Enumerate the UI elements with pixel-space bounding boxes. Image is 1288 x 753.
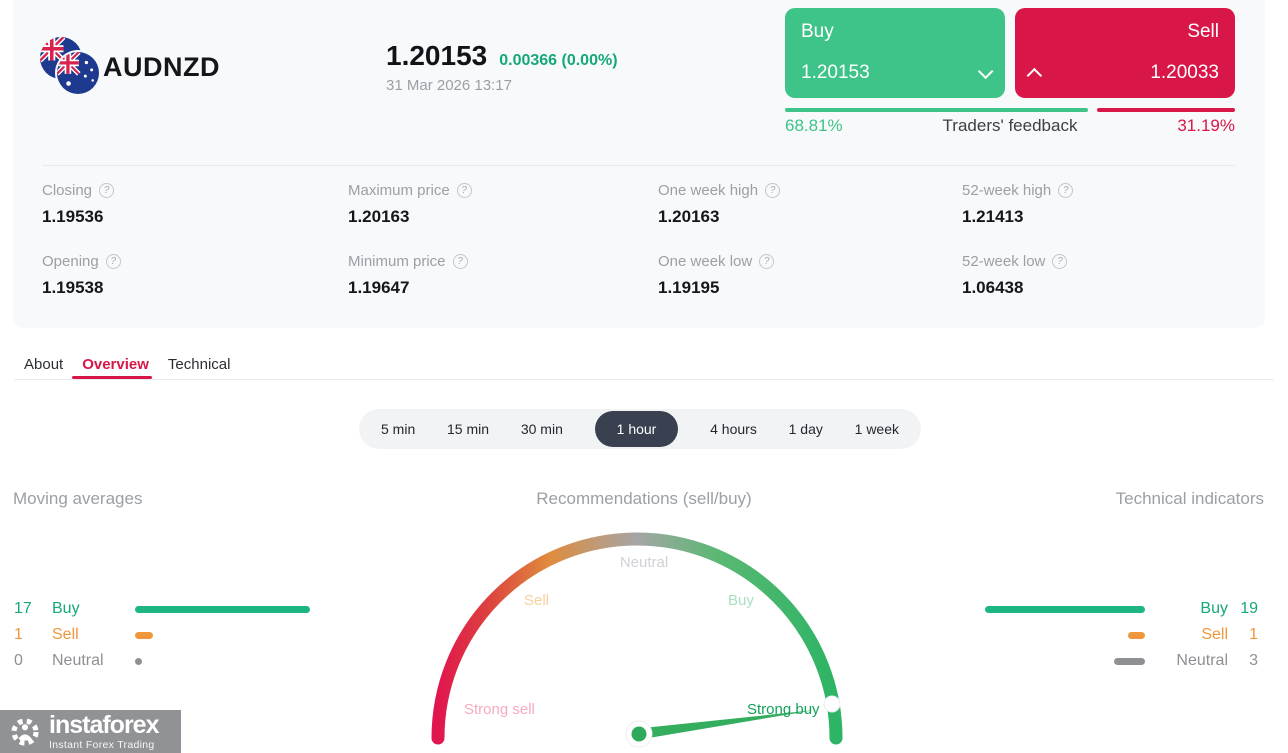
period-1-week[interactable]: 1 week <box>855 421 899 437</box>
stats-grid: Closing? 1.19536 Maximum price? 1.20163 … <box>42 182 1235 324</box>
instaforex-watermark: instaforex Instant Forex Trading <box>0 710 181 753</box>
stat-value: 1.19538 <box>42 278 104 297</box>
stat-value: 1.20163 <box>348 207 410 226</box>
period-15-min[interactable]: 15 min <box>447 421 489 437</box>
brand-name: instaforex <box>49 710 159 739</box>
ti-buy-bar <box>985 605 1145 613</box>
help-icon[interactable]: ? <box>765 183 781 198</box>
ti-buy-row: Buy 19 <box>958 596 1258 622</box>
period-30-min[interactable]: 30 min <box>521 421 563 437</box>
buy-label: Buy <box>801 21 834 42</box>
buy-price: 1.20153 <box>801 62 870 83</box>
help-icon[interactable]: ? <box>105 254 121 269</box>
sell-feedback-bar <box>1097 108 1235 112</box>
tabs-divider <box>14 379 1274 380</box>
stat-maximum-price: Maximum price? 1.20163 <box>348 182 658 253</box>
buy-button[interactable]: Buy 1.20153 <box>785 8 1005 98</box>
gauge-label-strong-buy: Strong buy <box>747 701 820 718</box>
chevron-down-icon <box>977 63 994 79</box>
gear-person-icon <box>11 717 39 746</box>
period-5-min[interactable]: 5 min <box>381 421 415 437</box>
quote-timestamp: 31 Mar 2026 13:17 <box>386 77 512 94</box>
traders-feedback: 68.81% Traders' feedback 31.19% <box>785 116 1235 136</box>
stat-minimum-price: Minimum price? 1.19647 <box>348 253 658 324</box>
tab-about[interactable]: About <box>24 356 63 373</box>
stat-value: 1.19647 <box>348 278 410 297</box>
gauge-label-neutral: Neutral <box>619 554 669 571</box>
stat-value: 1.20163 <box>658 207 720 226</box>
technical-indicators-legend: Buy 19 Sell 1 Neutral 3 <box>958 596 1258 674</box>
australia-flag-icon <box>57 52 99 94</box>
ma-sell-row: 1 Sell <box>14 622 344 648</box>
recommendations-header: Recommendations (sell/buy) <box>536 489 752 508</box>
stat-52-week-high: 52-week high? 1.21413 <box>962 182 1235 253</box>
period-1-day[interactable]: 1 day <box>789 421 823 437</box>
stat-value: 1.19195 <box>658 278 720 297</box>
technical-indicators-header: Technical indicators <box>1115 489 1264 508</box>
ti-neutral-row: Neutral 3 <box>958 648 1258 674</box>
help-icon[interactable]: ? <box>452 254 468 269</box>
ti-neutral-bar <box>1114 657 1145 665</box>
sell-price: 1.20033 <box>1150 62 1219 83</box>
chevron-up-icon <box>1026 67 1043 83</box>
stat-value: 1.06438 <box>962 278 1024 297</box>
card-divider <box>42 165 1235 166</box>
sell-label: Sell <box>1187 21 1219 42</box>
help-icon[interactable]: ? <box>99 183 115 198</box>
current-price: 1.20153 <box>386 40 488 71</box>
buy-feedback-bar <box>785 108 1088 112</box>
ti-sell-bar <box>1128 631 1145 639</box>
price-block: 1.20153 0.00366 (0.00%) <box>386 40 618 72</box>
sell-button[interactable]: Sell 1.20033 <box>1015 8 1235 98</box>
tab-bar: About Overview Technical <box>24 356 230 373</box>
stat-closing: Closing? 1.19536 <box>42 182 348 253</box>
help-icon[interactable]: ? <box>759 254 775 269</box>
timeframe-selector: 5 min 15 min 30 min 1 hour 4 hours 1 day… <box>359 409 921 449</box>
sell-percent: 31.19% <box>1177 116 1235 135</box>
period-1-hour[interactable]: 1 hour <box>594 411 679 447</box>
period-4-hours[interactable]: 4 hours <box>710 421 757 437</box>
stat-value: 1.19536 <box>42 207 104 226</box>
currency-pair-flags <box>40 37 102 97</box>
stat-opening: Opening? 1.19538 <box>42 253 348 324</box>
ma-neutral-bar <box>135 657 142 665</box>
tab-overview[interactable]: Overview <box>82 356 149 373</box>
help-icon[interactable]: ? <box>1052 254 1068 269</box>
help-icon[interactable]: ? <box>1058 183 1074 198</box>
ma-buy-row: 17 Buy <box>14 596 344 622</box>
ma-neutral-row: 0 Neutral <box>14 648 344 674</box>
instrument-symbol: AUDNZD <box>103 52 220 82</box>
gauge-label-strong-sell: Strong sell <box>464 701 535 718</box>
ti-sell-row: Sell 1 <box>958 622 1258 648</box>
tab-technical[interactable]: Technical <box>168 356 231 373</box>
brand-tagline: Instant Forex Trading <box>49 738 155 751</box>
ma-buy-bar <box>135 605 310 613</box>
help-icon[interactable]: ? <box>456 183 472 198</box>
ma-sell-bar <box>135 631 153 639</box>
gauge-value-marker <box>823 695 841 713</box>
buy-percent: 68.81% <box>785 116 843 135</box>
moving-averages-legend: 17 Buy 1 Sell 0 Neutral <box>14 596 344 674</box>
instrument-page: AUDNZD 1.20153 0.00366 (0.00%) 31 Mar 20… <box>0 0 1288 753</box>
stat-one-week-high: One week high? 1.20163 <box>658 182 962 253</box>
price-change: 0.00366 (0.00%) <box>499 52 618 69</box>
gauge-label-sell: Sell <box>524 592 550 609</box>
stat-52-week-low: 52-week low? 1.06438 <box>962 253 1235 324</box>
traders-feedback-label: Traders' feedback <box>942 116 1078 135</box>
gauge-label-buy: Buy <box>728 592 754 609</box>
stat-value: 1.21413 <box>962 207 1024 226</box>
recommendation-gauge: Neutral Sell Buy Strong sell Strong buy <box>419 520 869 753</box>
stat-one-week-low: One week low? 1.19195 <box>658 253 962 324</box>
